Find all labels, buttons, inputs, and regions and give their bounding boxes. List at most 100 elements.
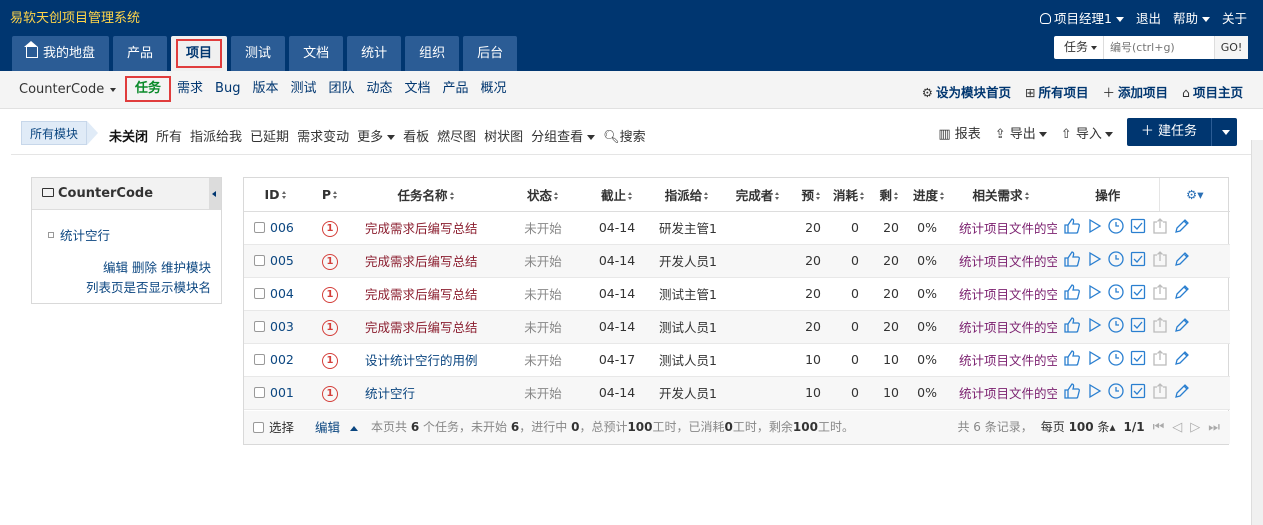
edit-icon[interactable] [1173,283,1191,304]
col-name[interactable]: 任务名称 [353,178,499,212]
tab-doc[interactable]: 文档 [289,36,344,71]
report-button[interactable]: ▥ 报表 [938,123,980,142]
subnav-team[interactable]: 团队 [322,75,360,103]
task-name-link[interactable]: 统计空行 [353,376,499,410]
all-projects-link[interactable]: ⊞ 所有项目 [1025,82,1089,101]
filter-need-confirm[interactable]: 需求变动 [297,126,349,145]
tab-my[interactable]: 我的地盘 [12,36,110,71]
task-id-link[interactable]: 004 [270,286,294,301]
related-story-link[interactable]: 统计项目文件的空行 [945,244,1057,278]
filter-delayed[interactable]: 已延期 [250,126,289,145]
batch-edit-button[interactable]: 编辑 [307,418,366,438]
close-task-icon[interactable] [1151,382,1169,403]
close-task-icon[interactable] [1151,217,1169,238]
col-consumed[interactable]: 消耗 [821,178,865,212]
task-assigned-to[interactable]: 测试人员1 [647,343,727,377]
filter-all[interactable]: 所有 [156,126,182,145]
subnav-doc[interactable]: 文档 [399,75,437,103]
task-assigned-to[interactable]: 开发人员1 [647,376,727,410]
related-story-link[interactable]: 统计项目文件的空行 [945,310,1057,344]
task-id-link[interactable]: 002 [270,352,294,367]
edit-icon[interactable] [1173,250,1191,271]
group-view-menu[interactable]: 分组查看 [531,126,596,145]
clock-icon[interactable] [1107,250,1125,271]
col-assigned[interactable]: 指派给 [647,178,727,212]
start-icon[interactable] [1063,250,1081,271]
subnav-view[interactable]: 概况 [475,75,513,103]
tree-link[interactable]: 树状图 [484,126,523,145]
clock-icon[interactable] [1107,283,1125,304]
start-icon[interactable] [1063,382,1081,403]
show-module-name-link[interactable]: 列表页是否显示模块名 [86,277,211,296]
col-deadline[interactable]: 截止 [587,178,647,212]
import-button[interactable]: ⇧ 导入 [1061,123,1113,142]
module-tree-item[interactable]: 统计空行 [48,225,110,244]
check-icon[interactable] [1129,316,1147,337]
page-scrollbar[interactable] [1251,140,1263,525]
row-checkbox[interactable] [254,387,265,398]
subnav-bug[interactable]: Bug [209,75,246,103]
export-button[interactable]: ⇪ 导出 [995,123,1047,142]
play-icon[interactable] [1085,250,1103,271]
clock-icon[interactable] [1107,316,1125,337]
related-story-link[interactable]: 统计项目文件的空行 [945,211,1057,245]
tab-product[interactable]: 产品 [113,36,168,71]
close-task-icon[interactable] [1151,283,1169,304]
play-icon[interactable] [1085,316,1103,337]
task-assigned-to[interactable]: 测试主管1 [647,277,727,311]
select-all-checkbox[interactable]: 选择 [253,411,294,444]
next-page-icon[interactable]: ▷ [1190,411,1200,444]
row-checkbox[interactable] [254,321,265,332]
col-finished[interactable]: 完成者 [727,178,789,212]
search-type-select[interactable]: 任务 [1054,36,1104,59]
close-task-icon[interactable] [1151,250,1169,271]
task-id-link[interactable]: 005 [270,253,294,268]
subnav-build[interactable]: 版本 [246,75,284,103]
col-pri[interactable]: P [307,178,353,212]
project-switcher[interactable]: CounterCode [19,82,117,97]
close-task-icon[interactable] [1151,316,1169,337]
task-name-link[interactable]: 完成需求后编写总结 [353,277,499,311]
start-icon[interactable] [1063,349,1081,370]
task-id-link[interactable]: 003 [270,319,294,334]
close-task-icon[interactable] [1151,349,1169,370]
start-icon[interactable] [1063,283,1081,304]
start-icon[interactable] [1063,217,1081,238]
edit-icon[interactable] [1173,349,1191,370]
set-module-home-link[interactable]: ⚙ 设为模块首页 [922,82,1011,101]
tab-report[interactable]: 统计 [347,36,402,71]
filter-unclosed[interactable]: 未关闭 [109,126,148,145]
check-icon[interactable] [1129,250,1147,271]
subnav-testtask[interactable]: 测试 [284,75,322,103]
edit-module-link[interactable]: 编辑 [103,260,128,275]
column-settings[interactable]: ⚙▾ [1158,178,1230,212]
subnav-dynamic[interactable]: 动态 [361,75,399,103]
col-estimate[interactable]: 预 [789,178,821,212]
tab-qa[interactable]: 测试 [231,36,286,71]
filter-more[interactable]: 更多 [357,126,396,145]
tab-admin[interactable]: 后台 [463,36,518,71]
collapse-sidebar-icon[interactable] [209,178,221,210]
add-project-link[interactable]: ＋添加项目 [1103,82,1169,101]
clock-icon[interactable] [1107,217,1125,238]
related-story-link[interactable]: 统计项目文件的空行 [945,376,1057,410]
edit-icon[interactable] [1173,217,1191,238]
task-assigned-to[interactable]: 测试人员1 [647,310,727,344]
subnav-task[interactable]: 任务 [125,76,172,102]
task-name-link[interactable]: 完成需求后编写总结 [353,244,499,278]
edit-icon[interactable] [1173,382,1191,403]
subnav-product[interactable]: 产品 [437,75,475,103]
task-id-link[interactable]: 001 [270,385,294,400]
check-icon[interactable] [1129,283,1147,304]
play-icon[interactable] [1085,283,1103,304]
app-title[interactable]: 易软天创项目管理系统 [10,7,140,26]
prev-page-icon[interactable]: ◁ [1172,411,1182,444]
clock-icon[interactable] [1107,349,1125,370]
kanban-link[interactable]: 看板 [403,126,429,145]
logout-link[interactable]: 退出 [1136,8,1161,27]
task-assigned-to[interactable]: 开发人员1 [647,244,727,278]
search-toggle[interactable]: 🔍︎搜索 [603,126,646,145]
check-icon[interactable] [1129,382,1147,403]
task-id-link[interactable]: 006 [270,220,294,235]
manage-module-link[interactable]: 维护模块 [161,260,211,275]
